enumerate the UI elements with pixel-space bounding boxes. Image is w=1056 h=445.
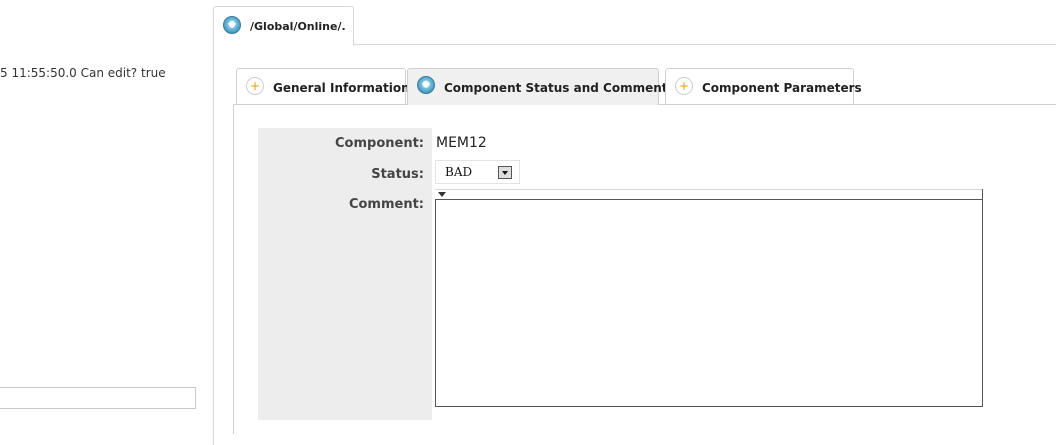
- timestamp-edit-info: 5 11:55:50.0 Can edit? true: [0, 66, 166, 80]
- caret-down-icon[interactable]: [438, 192, 446, 197]
- tab-component-status-comments[interactable]: Component Status and Comments: [407, 68, 675, 105]
- plus-icon: +: [246, 77, 264, 95]
- tab-global-online[interactable]: /Global/Online/.: [213, 6, 354, 46]
- comment-label: Comment:: [348, 197, 424, 212]
- tab-label: Component Parameters: [702, 81, 862, 95]
- tab-general-information[interactable]: + General Information: [236, 68, 410, 104]
- status-select[interactable]: BAD: [435, 160, 520, 184]
- tab-label: /Global/Online/.: [250, 20, 346, 33]
- status-selected-value: BAD: [445, 165, 473, 179]
- left-text-input[interactable]: [0, 387, 196, 409]
- tab-label: General Information: [273, 81, 410, 95]
- expand-arrow-icon: [417, 76, 435, 94]
- comment-textarea[interactable]: [435, 199, 983, 407]
- chevron-down-icon[interactable]: [498, 166, 512, 179]
- component-label: Component:: [335, 136, 424, 151]
- component-value: MEM12: [436, 135, 487, 151]
- tab-component-parameters[interactable]: + Component Parameters: [665, 68, 862, 104]
- comment-toolbar: [435, 189, 983, 190]
- tab-label: Component Status and Comments: [444, 81, 675, 95]
- status-label: Status:: [371, 167, 424, 182]
- plus-icon: +: [675, 77, 693, 95]
- toolbar-edge: [982, 189, 983, 199]
- expand-arrow-icon: [223, 16, 241, 34]
